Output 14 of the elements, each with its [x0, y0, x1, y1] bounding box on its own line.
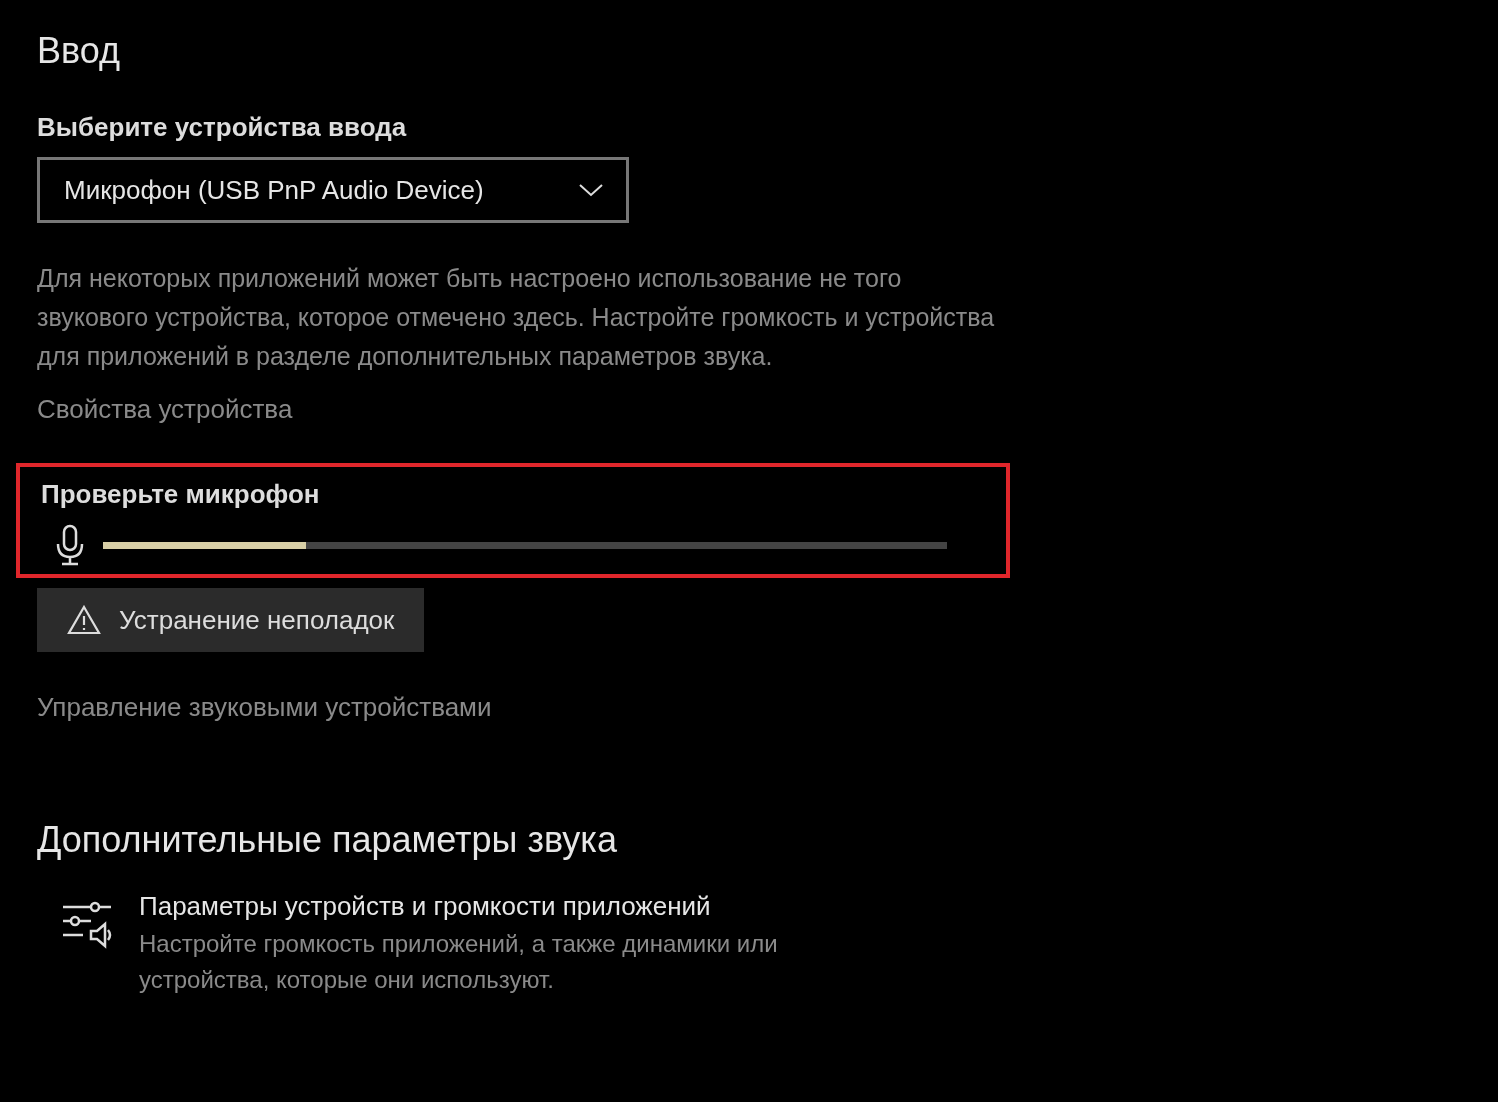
mixer-icon: [61, 899, 113, 951]
device-properties-link[interactable]: Свойства устройства: [37, 394, 293, 425]
section-title: Ввод: [37, 30, 121, 72]
warning-icon: [67, 605, 101, 635]
advanced-section-title: Дополнительные параметры звука: [37, 819, 618, 861]
input-device-dropdown[interactable]: Микрофон (USB PnP Audio Device): [37, 157, 629, 223]
chevron-down-icon: [578, 182, 604, 198]
app-volume-settings-link[interactable]: Параметры устройств и громкости приложений: [139, 891, 711, 922]
mic-test-label: Проверьте микрофон: [41, 479, 320, 510]
manage-devices-link[interactable]: Управление звуковыми устройствами: [37, 692, 492, 723]
item-description: Настройте громкость приложений, а также динамики или устройства, которые они используют.: [139, 929, 779, 995]
description-text: Для некоторых приложений может быть настроено использование не того звукового устройства, которое отмечено здесь. Настройте громкость и устройства для приложений в разделе дополнительных параметров звука.: [37, 263, 996, 372]
select-label: Выберите устройства ввода: [37, 112, 408, 143]
troubleshoot-button[interactable]: Устранение неполадок: [37, 588, 425, 652]
